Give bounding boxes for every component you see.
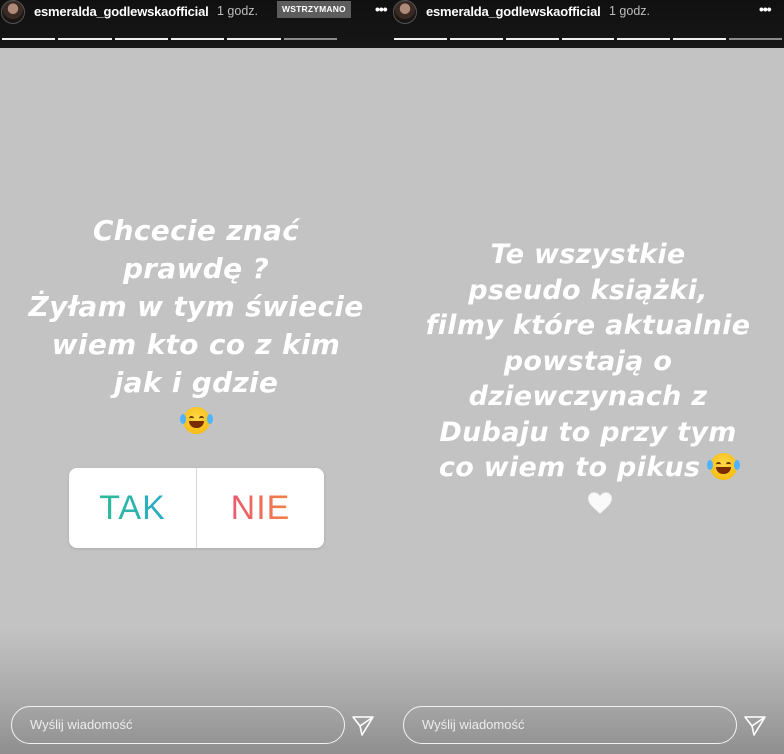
progress-segment bbox=[729, 38, 783, 40]
poll-option-yes[interactable]: TAK bbox=[69, 468, 196, 548]
progress-segment bbox=[673, 38, 727, 40]
avatar[interactable] bbox=[393, 0, 417, 24]
poll-sticker: TAK NIE bbox=[69, 468, 324, 548]
progress-segment bbox=[617, 38, 671, 40]
stories-viewer: esmeralda_godlewskaofficial 1 godz. WSTR… bbox=[0, 0, 784, 754]
story-header: esmeralda_godlewskaofficial 1 godz. ••• bbox=[392, 0, 784, 48]
reply-input[interactable]: Wyślij wiadomość bbox=[403, 706, 737, 744]
progress-segment bbox=[394, 38, 447, 40]
progress-segment bbox=[2, 38, 56, 40]
white-heart-icon bbox=[587, 492, 613, 514]
reply-placeholder: Wyślij wiadomość bbox=[30, 717, 133, 732]
face-with-tears-of-joy-icon bbox=[707, 453, 741, 480]
reply-placeholder: Wyślij wiadomość bbox=[422, 717, 525, 732]
story-text: Te wszystkie pseudo książki, filmy które… bbox=[392, 237, 784, 486]
progress-bar bbox=[2, 38, 337, 40]
progress-segment bbox=[449, 38, 503, 40]
progress-segment bbox=[227, 38, 281, 40]
story-left[interactable]: esmeralda_godlewskaofficial 1 godz. WSTR… bbox=[0, 0, 392, 754]
more-options-icon[interactable]: ••• bbox=[759, 1, 772, 17]
story-text: Chcecie znać prawdę ? Żyłam w tym świeci… bbox=[0, 212, 392, 440]
progress-segment bbox=[114, 38, 168, 40]
face-with-tears-of-joy-icon bbox=[179, 407, 213, 434]
story-text-content: Chcecie znać prawdę ? Żyłam w tym świeci… bbox=[28, 214, 364, 399]
progress-segment bbox=[58, 38, 112, 40]
paused-badge: WSTRZYMANO bbox=[277, 1, 351, 18]
progress-segment bbox=[283, 38, 337, 40]
story-right[interactable]: esmeralda_godlewskaofficial 1 godz. ••• … bbox=[392, 0, 784, 754]
progress-bar bbox=[394, 38, 783, 40]
paper-plane-icon[interactable] bbox=[351, 714, 375, 738]
paper-plane-icon[interactable] bbox=[743, 714, 767, 738]
progress-segment bbox=[170, 38, 225, 40]
story-header: esmeralda_godlewskaofficial 1 godz. WSTR… bbox=[0, 0, 392, 48]
progress-segment bbox=[561, 38, 615, 40]
username[interactable]: esmeralda_godlewskaofficial bbox=[34, 4, 209, 19]
username[interactable]: esmeralda_godlewskaofficial bbox=[426, 4, 601, 19]
poll-option-no[interactable]: NIE bbox=[197, 468, 324, 548]
more-options-icon[interactable]: ••• bbox=[375, 1, 388, 17]
post-time: 1 godz. bbox=[609, 4, 651, 18]
avatar[interactable] bbox=[1, 0, 25, 24]
progress-segment bbox=[505, 38, 559, 40]
post-time: 1 godz. bbox=[217, 4, 259, 18]
story-text-content: Te wszystkie pseudo książki, filmy które… bbox=[425, 239, 751, 483]
reply-input[interactable]: Wyślij wiadomość bbox=[11, 706, 345, 744]
